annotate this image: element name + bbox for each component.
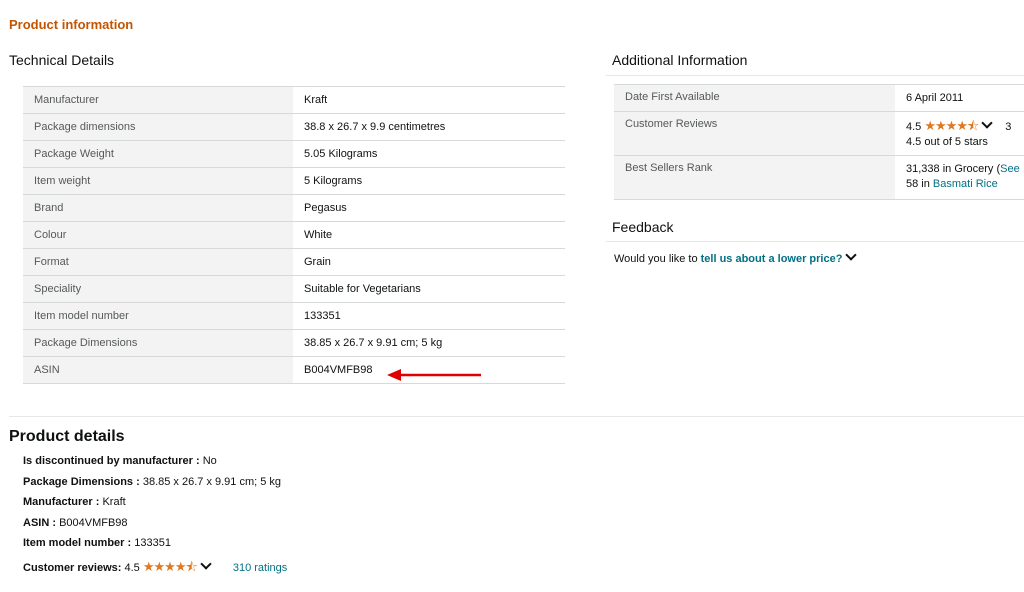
customer-reviews-row: Customer reviews: 4.5 ★★★★⯪ 310 ratings <box>23 557 287 579</box>
divider <box>606 75 1024 76</box>
rank-number: 58 in <box>906 178 933 190</box>
rating-value: 4.5 <box>906 121 922 133</box>
row-key: Customer Reviews <box>614 112 895 155</box>
table-row: Best Sellers Rank 31,338 in Grocery (See… <box>614 155 1024 200</box>
feedback-prefix: Would you like to <box>614 253 701 265</box>
detail-row: ASIN : B004VMFB98 <box>23 517 287 538</box>
table-row: Item weight 5 Kilograms <box>23 167 565 195</box>
detail-value: 133351 <box>134 537 171 549</box>
table-row: Package Weight 5.05 Kilograms <box>23 140 565 168</box>
product-details-title: Product details <box>9 428 125 445</box>
table-row: Date First Available 6 April 2011 <box>614 84 1024 111</box>
row-value: 133351 <box>293 302 565 330</box>
row-key: Brand <box>23 194 293 222</box>
detail-label: ASIN <box>23 516 50 529</box>
row-key: Package Dimensions <box>23 329 293 357</box>
table-row: Item model number 133351 <box>23 302 565 330</box>
detail-separator: : <box>49 516 60 529</box>
row-value: Kraft <box>293 86 565 114</box>
chevron-down-icon[interactable] <box>981 117 993 129</box>
row-key: Format <box>23 248 293 276</box>
divider <box>9 416 1024 417</box>
feedback-line: Would you like to tell us about a lower … <box>614 249 861 265</box>
table-row: ASIN B004VMFB98 <box>23 356 565 384</box>
table-row: Format Grain <box>23 248 565 276</box>
detail-label: Is discontinued by manufacturer <box>23 455 193 467</box>
detail-label: Package Dimensions <box>23 475 134 488</box>
table-row: Speciality Suitable for Vegetarians <box>23 275 565 303</box>
detail-row: Item model number : 133351 <box>23 537 287 558</box>
rating-text: 4.5 out of 5 stars <box>906 136 988 148</box>
row-value: Grain <box>293 248 565 276</box>
table-row: Manufacturer Kraft <box>23 86 565 114</box>
detail-separator: : <box>192 455 203 467</box>
detail-label: Item model number <box>23 537 125 549</box>
rating-value: 4.5 <box>124 561 140 574</box>
row-key: Manufacturer <box>23 86 293 114</box>
row-key: Item model number <box>23 302 293 330</box>
technical-details-table: Manufacturer Kraft Package dimensions 38.8 … <box>23 86 565 384</box>
row-value: Suitable for Vegetarians <box>293 275 565 303</box>
row-value: White <box>293 221 565 249</box>
divider <box>606 241 1024 242</box>
feedback-title: Feedback <box>612 219 674 235</box>
row-value: 38.8 x 26.7 x 9.9 centimetres <box>293 113 565 141</box>
detail-value: B004VMFB98 <box>59 516 128 529</box>
additional-info-title: Additional Information <box>612 52 748 68</box>
detail-value: Kraft <box>102 496 126 508</box>
red-arrow-annotation <box>387 369 481 381</box>
table-row: Brand Pegasus <box>23 194 565 222</box>
row-value: 5 Kilograms <box>293 167 565 195</box>
see-top-link[interactable]: See <box>1000 163 1020 175</box>
detail-row: Package Dimensions : 38.85 x 26.7 x 9.91… <box>23 476 287 497</box>
additional-info-table: Date First Available 6 April 2011 Custom… <box>614 84 1024 200</box>
table-row: Package dimensions 38.8 x 26.7 x 9.9 cent… <box>23 113 565 141</box>
row-key: Best Sellers Rank <box>614 156 895 199</box>
star-rating-icon[interactable]: ★★★★⯪ <box>924 118 979 133</box>
detail-row: Is discontinued by manufacturer : No <box>23 455 287 476</box>
detail-separator: : <box>133 475 143 488</box>
row-key: Date First Available <box>614 85 895 111</box>
ratings-link[interactable]: 310 ratings <box>233 562 287 574</box>
lower-price-link[interactable]: tell us about a lower price? <box>701 253 843 265</box>
row-value: 6 April 2011 <box>906 92 964 104</box>
detail-separator: : <box>124 537 135 549</box>
best-sellers-rank-cell: 31,338 in Grocery (See 58 in Basmati Ric… <box>895 156 1020 199</box>
section-title: Product information <box>9 17 134 32</box>
star-rating-icon[interactable]: ★★★★⯪ <box>143 559 198 574</box>
row-key: Item weight <box>23 167 293 195</box>
rank-grocery: 31,338 in Grocery ( <box>906 163 1001 175</box>
chevron-down-icon[interactable] <box>200 557 212 570</box>
row-key: Package dimensions <box>23 113 293 141</box>
detail-label: Customer reviews: <box>23 561 122 574</box>
detail-value: 38.85 x 26.7 x 9.91 cm; 5 kg <box>142 475 282 488</box>
row-value: 5.05 Kilograms <box>293 140 565 168</box>
row-value: Pegasus <box>293 194 565 222</box>
detail-separator: : <box>92 496 103 508</box>
table-row: Package Dimensions 38.85 x 26.7 x 9.91 cm… <box>23 329 565 357</box>
basmati-rice-link[interactable]: Basmati Rice <box>933 178 998 190</box>
detail-row: Manufacturer : Kraft <box>23 496 287 517</box>
cut-off-text: 3 <box>1005 121 1012 133</box>
customer-reviews-cell: 4.5 ★★★★⯪ 3 4.5 out of 5 stars <box>895 112 1011 155</box>
detail-value: No <box>202 455 217 467</box>
detail-label: Manufacturer <box>23 496 93 508</box>
row-value: 38.85 x 26.7 x 9.91 cm; 5 kg <box>293 329 565 357</box>
row-key: ASIN <box>23 356 293 384</box>
row-key: Package Weight <box>23 140 293 168</box>
row-key: Colour <box>23 221 293 249</box>
row-key: Speciality <box>23 275 293 303</box>
product-details-list: Is discontinued by manufacturer : No Pack… <box>23 455 287 578</box>
chevron-down-icon[interactable] <box>845 249 858 261</box>
technical-details-title: Technical Details <box>9 52 115 68</box>
table-row: Colour White <box>23 221 565 249</box>
table-row: Customer Reviews 4.5 ★★★★⯪ 3 4.5 out of 5… <box>614 111 1024 155</box>
